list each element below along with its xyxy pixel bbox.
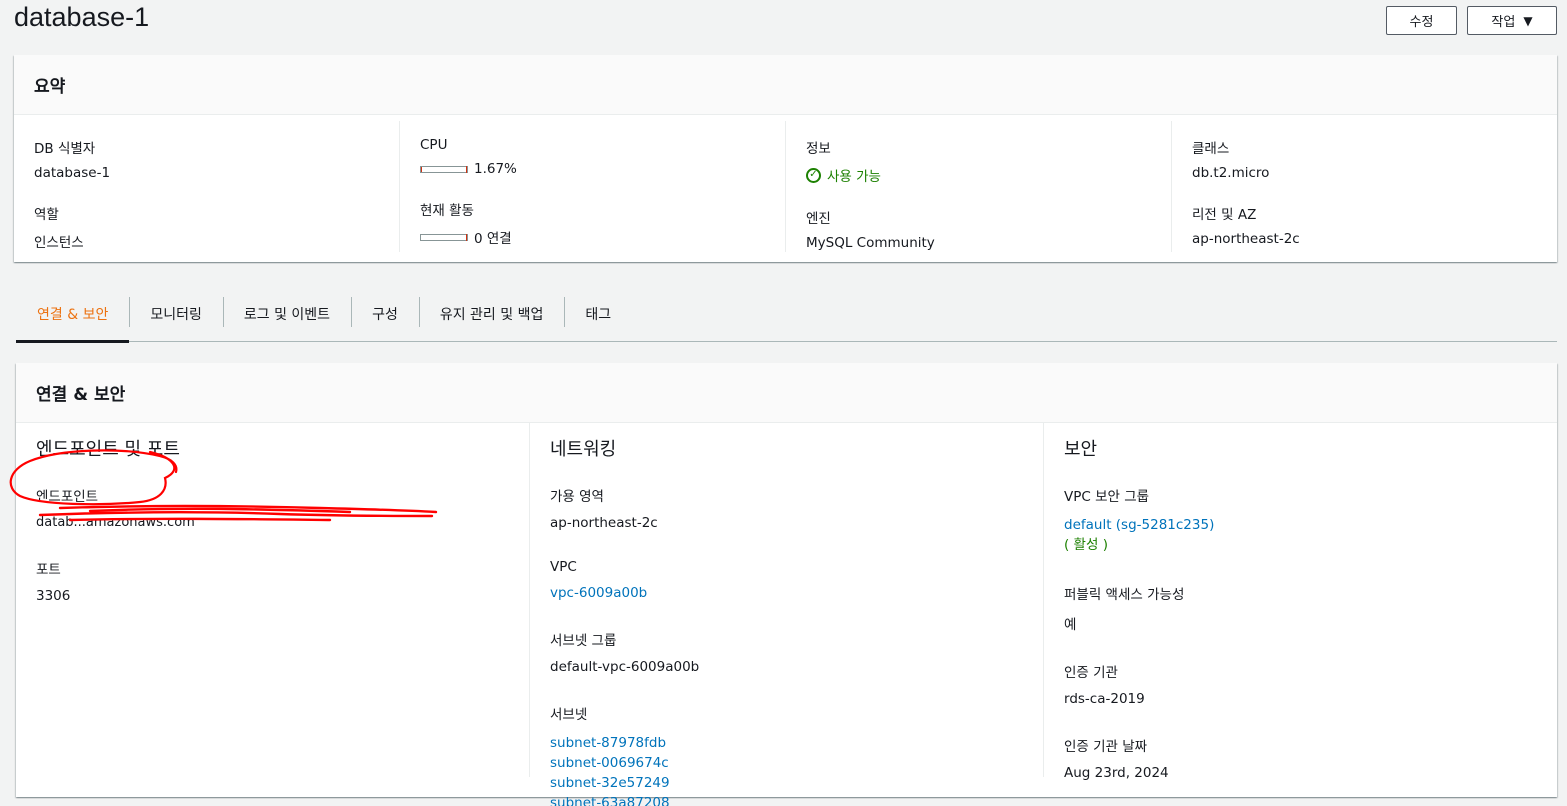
summary-col-class: 클래스 db.t2.micro 리전 및 AZ ap-northeast-2c: [1172, 121, 1557, 252]
ca-value: rds-ca-2019: [1064, 691, 1145, 707]
engine-label: 엔진: [806, 211, 831, 227]
port-label: 포트: [36, 562, 61, 578]
actions-button[interactable]: 작업 ▼: [1467, 6, 1557, 35]
role-label: 역할: [34, 207, 59, 223]
engine-value: MySQL Community: [806, 235, 935, 251]
class-value: db.t2.micro: [1192, 165, 1270, 181]
actions-button-label: 작업: [1491, 15, 1516, 30]
tab-tags[interactable]: 태그: [564, 286, 632, 341]
port-value: 3306: [36, 588, 71, 604]
tab-logs-events[interactable]: 로그 및 이벤트: [222, 286, 351, 341]
tab-configuration[interactable]: 구성: [351, 286, 419, 341]
ca-label: 인증 기관: [1064, 665, 1118, 681]
status-row: ✓ 사용 가능: [806, 165, 1151, 185]
edit-button-label: 수정: [1409, 15, 1434, 30]
role-value: 인스턴스: [34, 235, 84, 251]
activity-meter-max: [466, 233, 467, 241]
connectivity-header: 연결 & 보안: [16, 363, 1557, 423]
summary-panel: 요약 DB 식별자 database-1 역할 인스턴스 CPU 1.67% 현…: [14, 55, 1557, 262]
region-az-value: ap-northeast-2c: [1192, 231, 1300, 247]
summary-col-cpu: CPU 1.67% 현재 활동 0 연결: [400, 121, 786, 252]
security-section-title: 보안: [1064, 439, 1098, 460]
status-label: 정보: [806, 141, 831, 157]
endpoint-section-title: 엔드포인트 및 포트: [36, 439, 180, 460]
security-group-link[interactable]: default (sg-5281c235): [1064, 517, 1214, 533]
summary-col-identifier: DB 식별자 database-1 역할 인스턴스: [14, 121, 400, 252]
cpu-meter-max: [466, 165, 467, 173]
connectivity-panel: 연결 & 보안 엔드포인트 및 포트 엔드포인트 datab...amazona…: [16, 363, 1557, 806]
endpoint-column: 엔드포인트 및 포트 엔드포인트 datab...amazonaws.com 포…: [16, 423, 530, 777]
summary-title: 요약: [34, 77, 66, 97]
az-value: ap-northeast-2c: [550, 515, 658, 531]
edit-button[interactable]: 수정: [1386, 6, 1457, 35]
current-activity-value: 0 연결: [474, 231, 512, 247]
status-value: 사용 가능: [827, 169, 881, 185]
subnet-group-value: default-vpc-6009a00b: [550, 659, 700, 675]
ca-date-label: 인증 기관 날짜: [1064, 739, 1148, 755]
cpu-meter: [420, 165, 468, 173]
detail-tabs: 연결 & 보안 모니터링 로그 및 이벤트 구성 유지 관리 및 백업 태그: [16, 286, 1557, 343]
page-title: database-1: [14, 2, 150, 32]
endpoint-label: 엔드포인트: [36, 489, 99, 505]
az-label: 가용 영역: [550, 489, 604, 505]
connectivity-title: 연결 & 보안: [36, 385, 126, 405]
vpc-link[interactable]: vpc-6009a00b: [550, 585, 647, 601]
db-identifier-value: database-1: [34, 165, 111, 181]
endpoint-value: datab...amazonaws.com: [36, 515, 195, 530]
check-circle-icon: ✓: [806, 167, 821, 183]
tab-maintenance-backups[interactable]: 유지 관리 및 백업: [418, 286, 565, 341]
vpc-label: VPC: [550, 559, 577, 575]
cpu-meter-fill: [421, 166, 422, 172]
networking-section-title: 네트워킹: [550, 439, 617, 460]
tab-monitoring[interactable]: 모니터링: [129, 286, 223, 341]
subnet-link[interactable]: subnet-32e57249: [550, 775, 670, 791]
db-identifier-label: DB 식별자: [34, 141, 96, 157]
public-access-value: 예: [1064, 617, 1077, 633]
current-activity-row: 0 연결: [420, 227, 765, 247]
security-column: 보안 VPC 보안 그룹 default (sg-5281c235) ( 활성 …: [1044, 423, 1557, 781]
summary-grid: DB 식별자 database-1 역할 인스턴스 CPU 1.67% 현재 활…: [14, 115, 1557, 262]
region-az-label: 리전 및 AZ: [1192, 207, 1257, 223]
subnet-group-label: 서브넷 그룹: [550, 633, 617, 649]
security-group-label: VPC 보안 그룹: [1064, 489, 1150, 505]
ca-date-value: Aug 23rd, 2024: [1064, 765, 1169, 781]
cpu-row: 1.67%: [420, 161, 765, 177]
class-label: 클래스: [1192, 141, 1230, 157]
summary-header: 요약: [14, 55, 1557, 115]
cpu-value: 1.67%: [474, 161, 517, 177]
subnet-link[interactable]: subnet-63a87208: [550, 795, 670, 806]
public-access-label: 퍼블릭 액세스 가능성: [1064, 587, 1185, 603]
activity-meter: [420, 233, 468, 241]
subnet-list: subnet-87978fdb subnet-0069674c subnet-3…: [550, 733, 1023, 806]
caret-down-icon: ▼: [1523, 13, 1533, 28]
summary-col-status: 정보 ✓ 사용 가능 엔진 MySQL Community: [786, 121, 1172, 252]
tab-connectivity-security[interactable]: 연결 & 보안: [16, 286, 130, 343]
connectivity-grid: 엔드포인트 및 포트 엔드포인트 datab...amazonaws.com 포…: [16, 423, 1557, 806]
subnet-link[interactable]: subnet-87978fdb: [550, 735, 666, 751]
current-activity-label: 현재 활동: [420, 203, 474, 219]
security-group-status: ( 활성 ): [1064, 537, 1108, 553]
networking-column: 네트워킹 가용 영역 ap-northeast-2c VPC vpc-6009a…: [530, 423, 1044, 806]
cpu-label: CPU: [420, 137, 448, 153]
subnets-label: 서브넷: [550, 707, 588, 723]
subnet-link[interactable]: subnet-0069674c: [550, 755, 669, 771]
